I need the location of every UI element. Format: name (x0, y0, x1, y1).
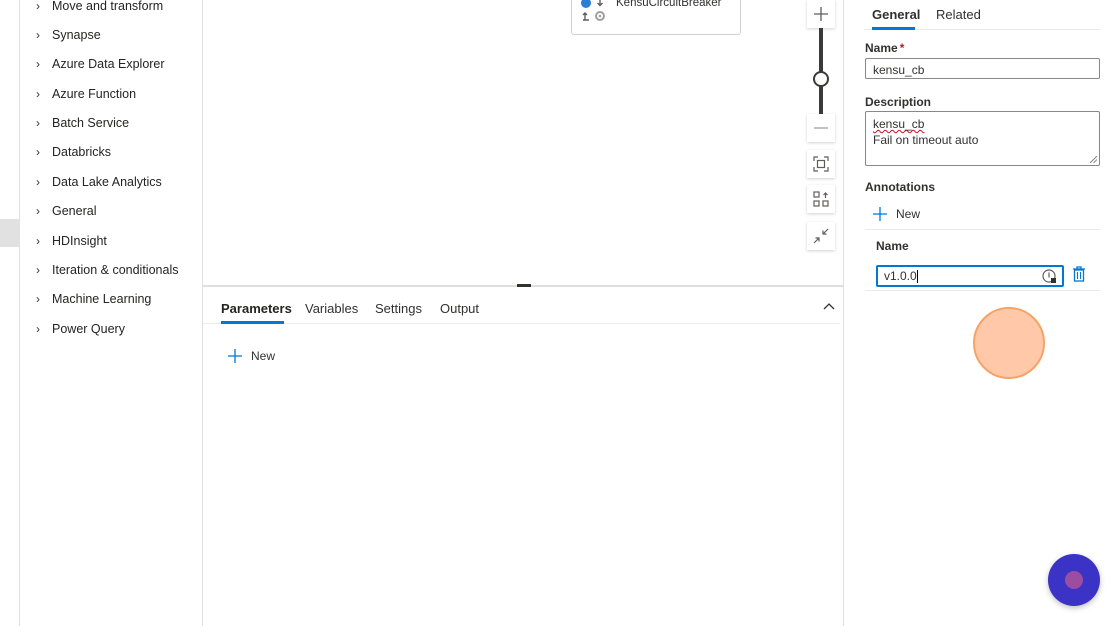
tab-parameters[interactable]: Parameters (221, 301, 292, 316)
tab-general[interactable]: General (872, 7, 920, 22)
chevron-right-icon: › (36, 28, 40, 42)
plus-icon (873, 207, 887, 221)
annotation-header-divider (865, 229, 1100, 230)
fit-to-screen-icon (813, 156, 829, 172)
plus-icon (228, 349, 242, 363)
tab-output[interactable]: Output (440, 301, 479, 316)
chevron-right-icon: › (36, 57, 40, 71)
tab-related[interactable]: Related (936, 7, 981, 22)
chevron-up-icon[interactable] (821, 299, 837, 315)
chevron-right-icon: › (36, 0, 40, 13)
annotation-value: v1.0.0 (884, 269, 917, 283)
properties-pane: General Related Name * kensu_cb Descripti… (843, 0, 1120, 626)
activity-group-iteration-conditionals[interactable]: › Iteration & conditionals (36, 258, 178, 282)
plus-icon (814, 7, 828, 21)
left-rail-selected[interactable] (0, 219, 20, 247)
collapse-view-button[interactable] (807, 222, 835, 250)
text-cursor (916, 270, 918, 284)
chevron-right-icon: › (36, 145, 40, 159)
activity-group-power-query[interactable]: › Power Query (36, 317, 125, 341)
activity-group-hdinsight[interactable]: › HDInsight (36, 229, 107, 253)
pipeline-canvas[interactable]: KensuCircuitBreaker (203, 0, 843, 287)
new-annotation-button[interactable]: New (872, 206, 920, 222)
description-line-2: Fail on timeout auto (873, 133, 979, 147)
description-textarea[interactable]: kensu_cb Fail on timeout auto (865, 111, 1100, 166)
activity-group-data-lake-analytics[interactable]: › Data Lake Analytics (36, 170, 162, 194)
activity-type-icons (581, 0, 605, 21)
chevron-right-icon: › (36, 263, 40, 277)
chevron-right-icon: › (36, 292, 40, 306)
description-line-1: kensu_cb (873, 117, 925, 131)
activity-group-general[interactable]: › General (36, 199, 96, 223)
zoom-to-fit-button[interactable] (807, 150, 835, 178)
annotations-label: Annotations (865, 180, 935, 194)
chevron-right-icon: › (36, 116, 40, 130)
delete-annotation-icon[interactable] (1072, 266, 1086, 282)
chevron-right-icon: › (36, 234, 40, 248)
chevron-right-icon: › (36, 87, 40, 101)
name-input[interactable]: kensu_cb (865, 58, 1100, 79)
annotation-column-header: Name (876, 239, 909, 253)
minimize-arrows-icon (813, 228, 829, 244)
chevron-right-icon: › (36, 175, 40, 189)
activity-group-databricks[interactable]: › Databricks (36, 140, 111, 164)
activity-node-label: KensuCircuitBreaker (616, 0, 722, 9)
activity-group-azure-data-explorer[interactable]: › Azure Data Explorer (36, 52, 165, 76)
description-label: Description (865, 95, 932, 109)
bottom-panel: Parameters Variables Settings Output New (203, 289, 843, 626)
panel-resize-handle[interactable] (517, 284, 531, 287)
required-indicator: * (899, 41, 905, 55)
minus-icon (814, 127, 828, 129)
annotation-row-divider (865, 290, 1100, 291)
left-rail (0, 0, 20, 626)
activity-group-move-and-transform[interactable]: › Move and transform (36, 0, 163, 18)
chevron-right-icon: › (36, 322, 40, 336)
activity-group-batch-service[interactable]: › Batch Service (36, 111, 129, 135)
activities-panel: › Move and transform › Synapse › Azure Data… (20, 0, 203, 626)
click-indicator (973, 307, 1045, 379)
activity-group-synapse[interactable]: › Synapse (36, 23, 101, 47)
active-tab-indicator (872, 27, 915, 30)
password-manager-icon[interactable] (1042, 269, 1057, 284)
name-label: Name * (865, 41, 905, 55)
assistant-fab-button[interactable] (1048, 554, 1100, 606)
zoom-out-button[interactable] (807, 114, 835, 142)
new-parameter-button[interactable]: New (227, 348, 275, 364)
zoom-slider-thumb[interactable] (813, 71, 829, 87)
tab-settings[interactable]: Settings (375, 301, 422, 316)
record-dot-icon (1065, 571, 1083, 589)
auto-align-button[interactable] (807, 185, 835, 213)
active-tab-indicator (221, 321, 284, 324)
auto-align-icon (813, 191, 829, 207)
activity-group-azure-function[interactable]: › Azure Function (36, 82, 136, 106)
tab-variables[interactable]: Variables (305, 301, 358, 316)
resize-grip-icon[interactable] (1090, 156, 1097, 163)
activity-group-machine-learning[interactable]: › Machine Learning (36, 287, 151, 311)
chevron-right-icon: › (36, 204, 40, 218)
tab-divider (203, 323, 840, 324)
zoom-in-button[interactable] (807, 0, 835, 28)
activity-node-kensu-circuit-breaker[interactable]: KensuCircuitBreaker (571, 0, 741, 35)
annotation-input[interactable]: v1.0.0 (876, 265, 1064, 287)
